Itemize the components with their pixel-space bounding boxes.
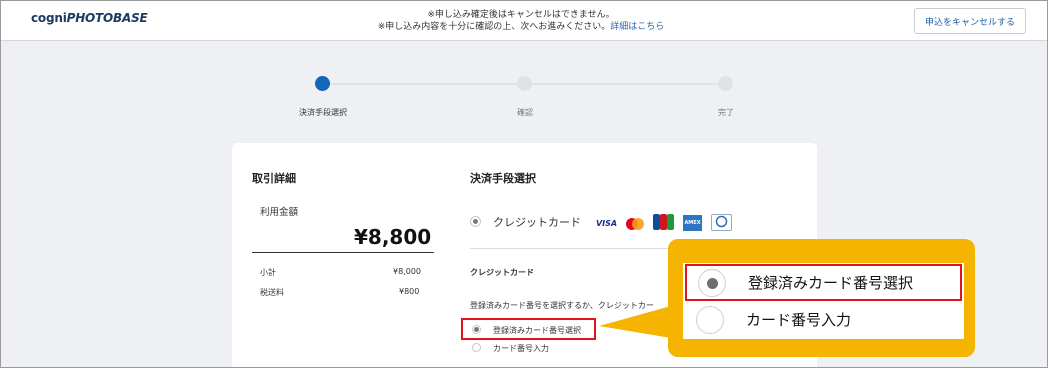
logo-italic-text: PHOTOBASE: [66, 11, 148, 25]
cancel-application-button[interactable]: 申込をキャンセルする: [914, 8, 1026, 34]
diners-club-icon: [711, 214, 732, 231]
transaction-title: 取引詳細: [252, 172, 296, 185]
notice-line-1: ※申し込み確定後はキャンセルはできません。: [427, 10, 615, 20]
shipping-value: ¥800: [399, 287, 420, 296]
credit-card-radio[interactable]: [470, 216, 481, 227]
callout-card-input-option[interactable]: カード番号入力: [685, 301, 962, 338]
subtotal-value: ¥8,000: [393, 267, 421, 276]
amount-divider: [252, 252, 434, 253]
amex-icon: AMEX: [683, 215, 702, 231]
mastercard-icon: [625, 216, 645, 230]
step-label-complete: 完了: [718, 108, 734, 117]
logo-bold-text: cogni: [31, 11, 67, 25]
callout-unselected-radio-icon: [696, 305, 724, 334]
subtotal-label: 小計: [260, 268, 276, 277]
payment-title: 決済手段選択: [470, 172, 536, 185]
step-label-payment: 決済手段選択: [299, 108, 347, 117]
step-dot-confirm: [517, 76, 532, 91]
callout-selected-radio-icon: [698, 268, 726, 297]
registered-card-highlight: [461, 318, 596, 340]
logo[interactable]: cogniPHOTOBASE: [31, 11, 148, 25]
callout-registered-card-label: 登録済みカード番号選択: [748, 274, 914, 292]
notice-line-2: ※申し込み内容を十分に確認の上、次へお進みください。詳細はこちら: [301, 21, 741, 33]
step-label-confirm: 確認: [517, 108, 533, 117]
jcb-icon: [653, 214, 674, 230]
usage-amount-label: 利用金額: [260, 207, 299, 218]
shipping-label: 税送料: [260, 288, 284, 297]
visa-icon: VISA: [595, 218, 618, 228]
credit-card-label: クレジットカード: [493, 216, 581, 229]
notice-line-2-text: ※申し込み内容を十分に確認の上、次へお進みください。: [377, 22, 611, 32]
top-header: cogniPHOTOBASE ※申し込み確定後はキャンセルはできません。 ※申し…: [1, 1, 1047, 41]
payment-divider: [470, 248, 670, 249]
credit-card-section-title: クレジットカード: [470, 268, 534, 277]
details-link[interactable]: 詳細はこちら: [610, 22, 664, 32]
callout-registered-card-option[interactable]: 登録済みカード番号選択: [685, 264, 962, 301]
callout-card-input-label: カード番号入力: [746, 311, 852, 329]
step-dot-payment: [315, 76, 330, 91]
callout-pointer: [599, 306, 671, 338]
card-number-input-radio[interactable]: [472, 343, 481, 352]
notice: ※申し込み確定後はキャンセルはできません。 ※申し込み内容を十分に確認の上、次へ…: [301, 9, 741, 33]
card-number-input-option-label: カード番号入力: [493, 344, 549, 353]
usage-amount-value: ¥8,800: [354, 225, 432, 249]
step-dot-complete: [718, 76, 733, 91]
page-frame: cogniPHOTOBASE ※申し込み確定後はキャンセルはできません。 ※申し…: [0, 0, 1048, 368]
